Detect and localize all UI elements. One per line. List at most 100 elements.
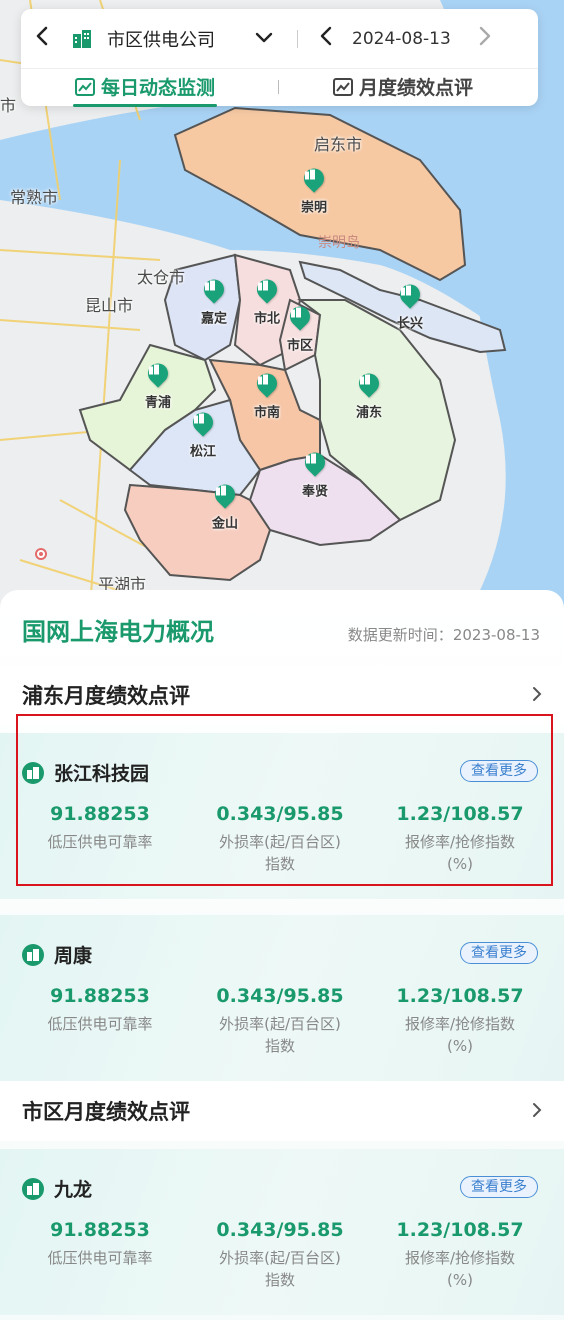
district-marker-songjiang[interactable]: 松江 bbox=[188, 408, 218, 460]
next-date-button[interactable] bbox=[479, 26, 491, 52]
view-more-button[interactable]: 查看更多 bbox=[460, 942, 538, 964]
tab-label: 每日动态监测 bbox=[101, 77, 216, 99]
district-name: 奉贤 bbox=[301, 484, 329, 500]
card-title: 周康 bbox=[22, 941, 92, 968]
date-display[interactable]: 2024-08-13 bbox=[352, 29, 451, 49]
district-name: 市南 bbox=[253, 405, 281, 421]
section-title: 浦东月度绩效点评 bbox=[22, 684, 190, 708]
card-title: 张江科技园 bbox=[22, 759, 149, 786]
section-header-pudong[interactable]: 浦东月度绩效点评 bbox=[0, 665, 564, 725]
metric-label: 外损率(起/百台区) 指数 bbox=[219, 1015, 341, 1055]
district-card-jiulong[interactable]: 九龙 查看更多 91.88253 低压供电可靠率 0.343/95.85 外损率… bbox=[0, 1149, 564, 1315]
tab-monthly-review[interactable]: 月度绩效点评 bbox=[333, 73, 473, 100]
tab-daily-monitoring[interactable]: 每日动态监测 bbox=[72, 73, 218, 107]
header-card: 市区供电公司 2024-08-13 每日动态监测 月度绩效点评 bbox=[21, 9, 538, 107]
building-pin-icon bbox=[199, 275, 229, 306]
metric-damage-rate: 0.343/95.85 外损率(起/百台区) 指数 bbox=[200, 1219, 360, 1291]
page-title: 国网上海电力概况 bbox=[22, 618, 214, 646]
place-label-shi: 市 bbox=[0, 96, 17, 115]
metric-label: 外损率(起/百台区) 指数 bbox=[219, 1249, 341, 1289]
district-name: 松江 bbox=[189, 444, 217, 460]
district-marker-shibei[interactable]: 市北 bbox=[252, 275, 282, 327]
view-more-button[interactable]: 查看更多 bbox=[460, 1176, 538, 1198]
district-name: 市北 bbox=[253, 311, 281, 327]
metric-value: 0.343/95.85 bbox=[216, 1219, 344, 1241]
district-name: 长兴 bbox=[396, 316, 424, 332]
tab-bar: 每日动态监测 月度绩效点评 bbox=[21, 69, 538, 107]
metric-value: 91.88253 bbox=[50, 985, 150, 1007]
chevron-right-icon bbox=[532, 683, 542, 707]
place-label-chongming-island: 崇明岛 bbox=[318, 235, 360, 251]
prev-date-button[interactable] bbox=[320, 26, 332, 52]
metric-reliability: 91.88253 低压供电可靠率 bbox=[0, 803, 200, 875]
district-marker-jinshan[interactable]: 金山 bbox=[210, 480, 240, 532]
building-pin-icon bbox=[143, 359, 173, 390]
metric-label: 低压供电可靠率 bbox=[47, 1249, 153, 1267]
district-name: 嘉定 bbox=[200, 311, 228, 327]
district-marker-changxing[interactable]: 长兴 bbox=[395, 280, 425, 332]
company-selector-label[interactable]: 市区供电公司 bbox=[107, 26, 215, 52]
district-card-zhoukang[interactable]: 周康 查看更多 91.88253 低压供电可靠率 0.343/95.85 外损率… bbox=[0, 915, 564, 1081]
chevron-down-icon bbox=[255, 32, 273, 43]
district-name: 金山 bbox=[211, 516, 239, 532]
metric-reliability: 91.88253 低压供电可靠率 bbox=[0, 1219, 200, 1291]
card-name: 九龙 bbox=[54, 1179, 93, 1201]
update-date: 2023-08-13 bbox=[452, 626, 540, 644]
place-label-kunshan: 昆山市 bbox=[85, 296, 134, 315]
building-pin-icon bbox=[252, 275, 282, 306]
building-icon bbox=[73, 29, 91, 48]
metric-value: 1.23/108.57 bbox=[396, 1219, 524, 1241]
overview-header: 国网上海电力概况 数据更新时间：2023-08-13 bbox=[0, 590, 564, 647]
building-badge-icon bbox=[22, 1177, 44, 1200]
building-pin-icon bbox=[210, 480, 240, 511]
metric-value: 0.343/95.85 bbox=[216, 985, 344, 1007]
place-label-taicang: 太仓市 bbox=[137, 268, 186, 287]
building-pin-icon bbox=[299, 164, 329, 195]
metric-repair-rate: 1.23/108.57 报修率/抢修指数 (%) bbox=[360, 1219, 560, 1291]
metrics-row: 91.88253 低压供电可靠率 0.343/95.85 外损率(起/百台区) 指… bbox=[0, 803, 564, 875]
district-name: 市区 bbox=[286, 338, 314, 354]
chevron-left-icon bbox=[320, 26, 332, 45]
metric-label: 低压供电可靠率 bbox=[47, 833, 153, 851]
view-more-button[interactable]: 查看更多 bbox=[460, 760, 538, 782]
update-time: 数据更新时间：2023-08-13 bbox=[348, 624, 540, 645]
section-title: 市区月度绩效点评 bbox=[22, 1100, 190, 1124]
district-card-zhangjiang[interactable]: 张江科技园 查看更多 91.88253 低压供电可靠率 0.343/95.85 … bbox=[0, 733, 564, 899]
metric-damage-rate: 0.343/95.85 外损率(起/百台区) 指数 bbox=[200, 803, 360, 875]
building-pin-icon bbox=[285, 302, 315, 333]
section-header-shiqu[interactable]: 市区月度绩效点评 bbox=[0, 1081, 564, 1141]
company-dropdown-button[interactable] bbox=[255, 29, 273, 48]
district-marker-qingpu[interactable]: 青浦 bbox=[143, 359, 173, 411]
district-marker-shiqu[interactable]: 市区 bbox=[285, 302, 315, 354]
building-badge-icon bbox=[22, 761, 44, 784]
metric-label: 低压供电可靠率 bbox=[47, 1015, 153, 1033]
district-name: 青浦 bbox=[144, 395, 172, 411]
metric-label: 报修率/抢修指数 (%) bbox=[404, 833, 516, 873]
back-button[interactable] bbox=[35, 26, 65, 52]
chevron-right-icon bbox=[532, 1099, 542, 1123]
building-pin-icon bbox=[300, 448, 330, 479]
card-name: 张江科技园 bbox=[54, 763, 150, 785]
overview-sheet[interactable]: 国网上海电力概况 数据更新时间：2023-08-13 浦东月度绩效点评 张江科技… bbox=[0, 590, 564, 1320]
metric-damage-rate: 0.343/95.85 外损率(起/百台区) 指数 bbox=[200, 985, 360, 1057]
metric-repair-rate: 1.23/108.57 报修率/抢修指数 (%) bbox=[360, 985, 560, 1057]
metric-value: 1.23/108.57 bbox=[396, 985, 524, 1007]
metric-reliability: 91.88253 低压供电可靠率 bbox=[0, 985, 200, 1057]
district-marker-fengxian[interactable]: 奉贤 bbox=[300, 448, 330, 500]
metric-value: 91.88253 bbox=[50, 803, 150, 825]
place-label-qidong: 启东市 bbox=[314, 135, 363, 154]
divider bbox=[297, 29, 298, 48]
district-name: 浦东 bbox=[355, 405, 383, 421]
card-name: 周康 bbox=[54, 945, 93, 967]
district-marker-pudong[interactable]: 浦东 bbox=[354, 369, 384, 421]
update-label: 数据更新时间： bbox=[347, 626, 453, 644]
chart-icon bbox=[333, 77, 353, 96]
district-marker-chongming[interactable]: 崇明 bbox=[299, 164, 329, 216]
district-name: 崇明 bbox=[300, 200, 328, 216]
metric-label: 报修率/抢修指数 (%) bbox=[404, 1249, 516, 1289]
district-marker-shinan[interactable]: 市南 bbox=[252, 369, 282, 421]
metrics-row: 91.88253 低压供电可靠率 0.343/95.85 外损率(起/百台区) 指… bbox=[0, 1219, 564, 1291]
divider bbox=[278, 80, 279, 94]
district-marker-jiading[interactable]: 嘉定 bbox=[199, 275, 229, 327]
header-controls: 市区供电公司 2024-08-13 bbox=[21, 9, 538, 69]
